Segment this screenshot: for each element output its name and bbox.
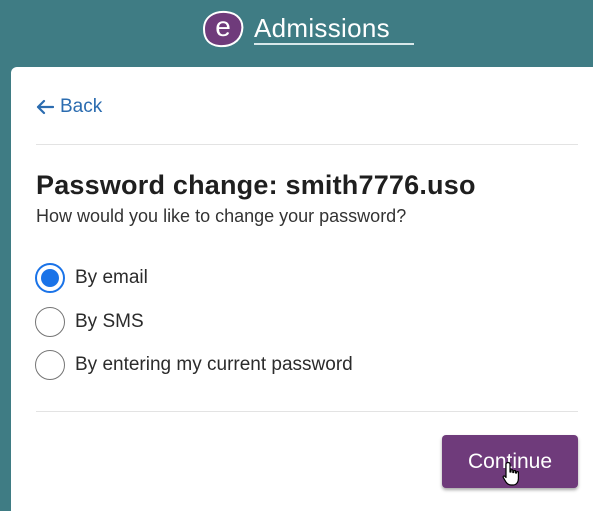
back-link-label: Back (60, 96, 103, 117)
page-subtitle: How would you like to change your passwo… (36, 206, 407, 226)
app-logo: e Admissions (200, 8, 414, 50)
continue-button[interactable]: Continue (442, 435, 578, 488)
back-arrow-icon (36, 99, 54, 115)
option-by-current-password[interactable]: By entering my current password (35, 350, 353, 380)
logo-mark-icon: e (200, 9, 246, 49)
back-link[interactable]: Back (36, 96, 102, 118)
logo-underline (254, 43, 414, 45)
page-title: Password change: smith7776.uso (36, 170, 476, 200)
radio-by-email[interactable] (35, 263, 65, 293)
option-by-sms[interactable]: By SMS (35, 307, 144, 337)
option-label-by-email: By email (75, 267, 148, 288)
top-divider (36, 144, 578, 145)
password-change-card: Back Password change: smith7776.uso How … (11, 67, 593, 511)
option-label-by-current-password: By entering my current password (75, 354, 353, 375)
option-label-by-sms: By SMS (75, 311, 144, 332)
bottom-divider (36, 411, 578, 412)
logo-letter: e (215, 11, 231, 42)
radio-by-sms[interactable] (35, 307, 65, 337)
option-by-email[interactable]: By email (35, 263, 148, 293)
logo-text: Admissions (254, 13, 390, 43)
radio-selected-dot (41, 269, 59, 287)
radio-by-current-password[interactable] (35, 350, 65, 380)
